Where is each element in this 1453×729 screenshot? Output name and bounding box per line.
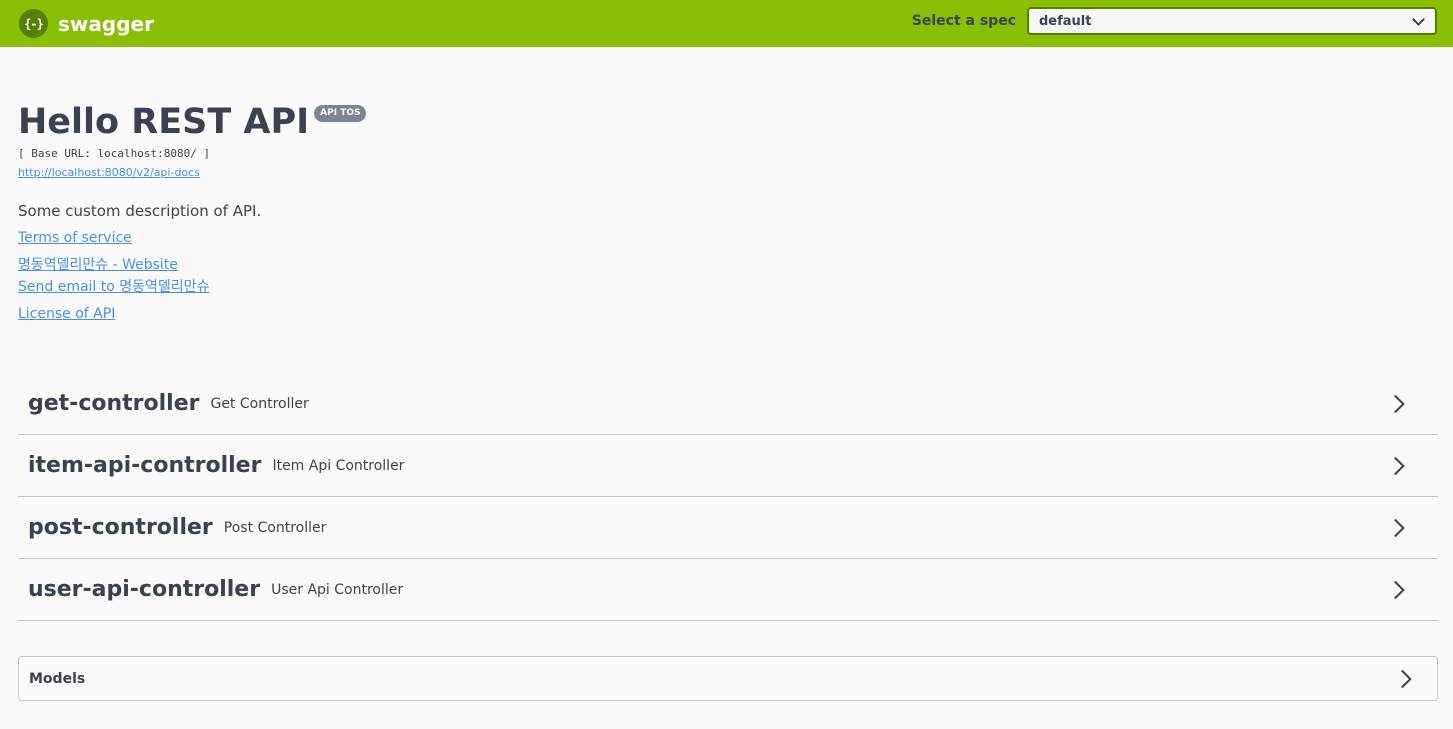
tag-description: Post Controller <box>223 519 327 536</box>
api-description: Some custom description of API. <box>18 202 262 220</box>
tag-description: Item Api Controller <box>272 457 405 474</box>
swagger-logo-icon: {-} <box>19 9 48 38</box>
api-info: Hello REST API API TOS [ Base URL: local… <box>18 98 1318 324</box>
tag-description: User Api Controller <box>271 581 404 598</box>
spec-select[interactable]: default <box>1027 7 1437 35</box>
tag-name: post-controller <box>28 515 213 540</box>
title-row: Hello REST API API TOS <box>18 98 1318 146</box>
license-link[interactable]: License of API <box>18 304 115 324</box>
chevron-right-icon <box>1386 580 1405 599</box>
models-section[interactable]: Models <box>18 656 1438 701</box>
tag-user-api-controller[interactable]: user-api-controller User Api Controller <box>18 559 1438 621</box>
chevron-right-icon <box>1386 456 1405 475</box>
tag-get-controller[interactable]: get-controller Get Controller <box>18 373 1438 435</box>
chevron-right-icon <box>1386 394 1405 413</box>
version-badge: API TOS <box>314 105 367 122</box>
chevron-right-icon <box>1386 518 1405 537</box>
spec-selected-value: default <box>1039 13 1092 29</box>
page-title: Hello REST API <box>18 102 310 142</box>
tag-post-controller[interactable]: post-controller Post Controller <box>18 497 1438 559</box>
spec-label: Select a spec <box>911 13 1016 29</box>
tag-item-api-controller[interactable]: item-api-controller Item Api Controller <box>18 435 1438 497</box>
terms-of-service-link[interactable]: Terms of service <box>18 228 132 248</box>
chevron-right-icon <box>1393 669 1412 688</box>
tag-description: Get Controller <box>210 395 309 412</box>
logo-text: swagger <box>58 11 154 36</box>
tag-name: get-controller <box>28 391 200 416</box>
contact-website-link[interactable]: 명동역델리만슈 - Website <box>18 255 178 275</box>
api-docs-link[interactable]: http://localhost:8080/v2/api-docs <box>18 166 200 179</box>
base-url: [ Base URL: localhost:8080/ ] <box>18 147 211 160</box>
swagger-logo[interactable]: {-} swagger <box>19 9 154 38</box>
topbar: {-} swagger Select a spec default <box>0 0 1453 47</box>
tag-list: get-controller Get Controller item-api-c… <box>18 373 1438 621</box>
chevron-down-icon <box>1412 12 1425 26</box>
tag-name: user-api-controller <box>28 577 261 602</box>
contact-email-link[interactable]: Send email to 명동역델리만슈 <box>18 277 209 297</box>
tag-name: item-api-controller <box>28 453 262 478</box>
models-label: Models <box>29 670 86 687</box>
